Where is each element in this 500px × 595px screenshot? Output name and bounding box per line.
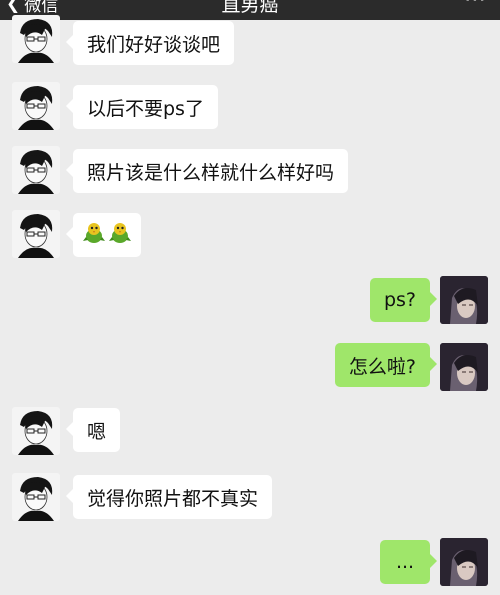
message-text: 以后不要ps了 [87,97,204,120]
contact-avatar-image [12,407,60,455]
contact-avatar-image [12,473,60,521]
message-row: 觉得你照片都不真实 [0,473,500,523]
message-bubble[interactable]: 我们好好谈谈吧 [65,21,235,65]
message-text: 我们好好谈谈吧 [87,33,221,56]
contact-avatar-image [12,210,60,258]
contact-avatar-image [12,15,60,63]
message-bubble[interactable]: ... [380,540,437,584]
my-avatar-image [440,276,488,324]
message-row: 以后不要ps了 [0,82,500,132]
message-bubble[interactable]: ps? [369,278,438,322]
message-text: 照片该是什么样就什么样好吗 [87,161,335,184]
message-bubble[interactable]: 怎么啦? [334,343,438,387]
my-avatar-image [440,538,488,586]
navigation-bar: ❮ 微信 直男癌 ⋯ [0,0,500,20]
parrot-emoji-icon [109,221,131,250]
avatar[interactable] [12,210,60,258]
chat-area[interactable]: 我们好好谈谈吧 以后不要ps了 照片该是什么样就什么样好吗 ps? 怎么啦? 嗯… [0,15,500,595]
message-text: ... [395,551,415,573]
parrot-emoji-icon [83,221,105,250]
message-bubble[interactable] [66,213,141,257]
message-text: 嗯 [87,420,107,443]
avatar[interactable] [12,146,60,194]
message-bubble[interactable]: 以后不要ps了 [66,85,218,129]
message-row: ... [0,538,500,588]
avatar[interactable] [12,473,60,521]
avatar[interactable] [440,276,488,324]
message-row: 嗯 [0,407,500,457]
message-bubble[interactable]: 照片该是什么样就什么样好吗 [65,149,349,193]
message-row: 怎么啦? [0,343,500,391]
message-text: ps? [383,289,416,311]
message-text: 怎么啦? [348,355,416,378]
avatar[interactable] [12,82,60,130]
message-text: 觉得你照片都不真实 [87,487,259,510]
message-row [0,210,500,260]
contact-avatar-image [12,146,60,194]
message-bubble[interactable]: 嗯 [65,408,121,452]
more-icon[interactable]: ⋯ [464,0,486,12]
message-row: ps? [0,276,500,326]
avatar[interactable] [440,343,488,391]
avatar[interactable] [12,15,60,63]
contact-avatar-image [12,82,60,130]
avatar[interactable] [440,538,488,586]
avatar[interactable] [12,407,60,455]
chat-title: 直男癌 [221,0,279,16]
my-avatar-image [440,343,488,391]
message-row: 照片该是什么样就什么样好吗 [0,146,500,196]
message-bubble[interactable]: 觉得你照片都不真实 [65,475,273,519]
message-row: 我们好好谈谈吧 [0,15,500,69]
